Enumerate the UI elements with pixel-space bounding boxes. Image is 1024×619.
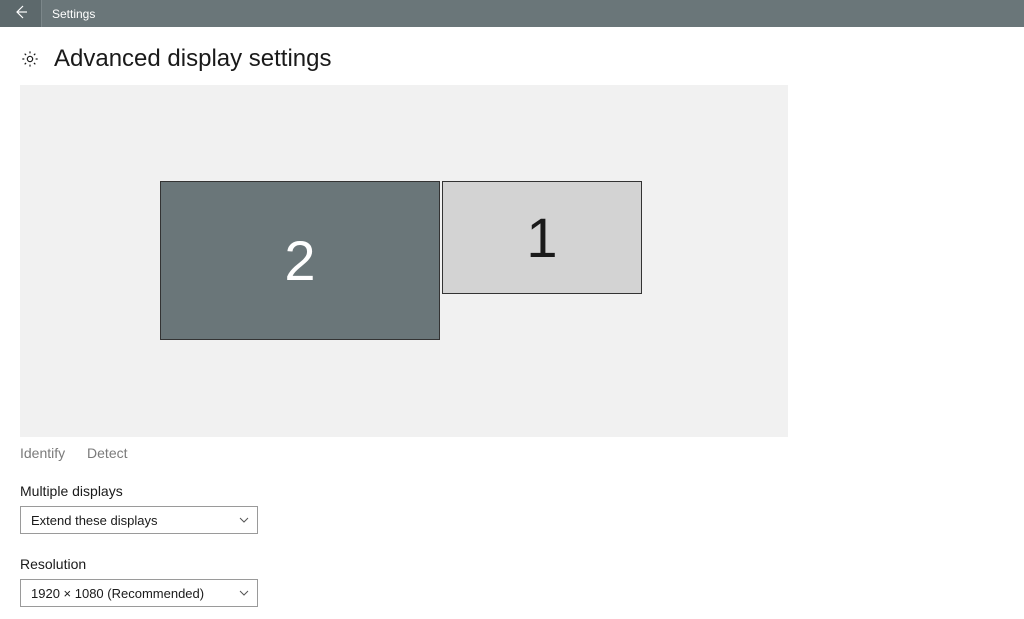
arrow-left-icon	[13, 4, 29, 23]
content-area: Advanced display settings 2 1 Identify D…	[0, 27, 1024, 619]
page-header: Advanced display settings	[20, 45, 1004, 73]
chevron-down-icon	[239, 588, 249, 598]
monitor-1-label: 1	[526, 205, 557, 270]
titlebar: Settings	[0, 0, 1024, 27]
monitor-2-label: 2	[284, 228, 315, 293]
resolution-value: 1920 × 1080 (Recommended)	[31, 586, 204, 601]
resolution-dropdown[interactable]: 1920 × 1080 (Recommended)	[20, 579, 258, 607]
multiple-displays-label: Multiple displays	[20, 483, 1004, 499]
monitor-1[interactable]: 1	[442, 181, 642, 294]
multiple-displays-value: Extend these displays	[31, 513, 157, 528]
chevron-down-icon	[239, 515, 249, 525]
display-arrangement-area[interactable]: 2 1	[20, 85, 788, 437]
app-title: Settings	[42, 7, 95, 21]
monitor-2[interactable]: 2	[160, 181, 440, 340]
multiple-displays-dropdown[interactable]: Extend these displays	[20, 506, 258, 534]
detect-link[interactable]: Detect	[87, 445, 127, 461]
gear-icon	[20, 49, 40, 69]
display-action-links: Identify Detect	[20, 445, 1004, 461]
back-button[interactable]	[0, 0, 42, 27]
page-title: Advanced display settings	[54, 45, 332, 73]
identify-link[interactable]: Identify	[20, 445, 65, 461]
resolution-label: Resolution	[20, 556, 1004, 572]
